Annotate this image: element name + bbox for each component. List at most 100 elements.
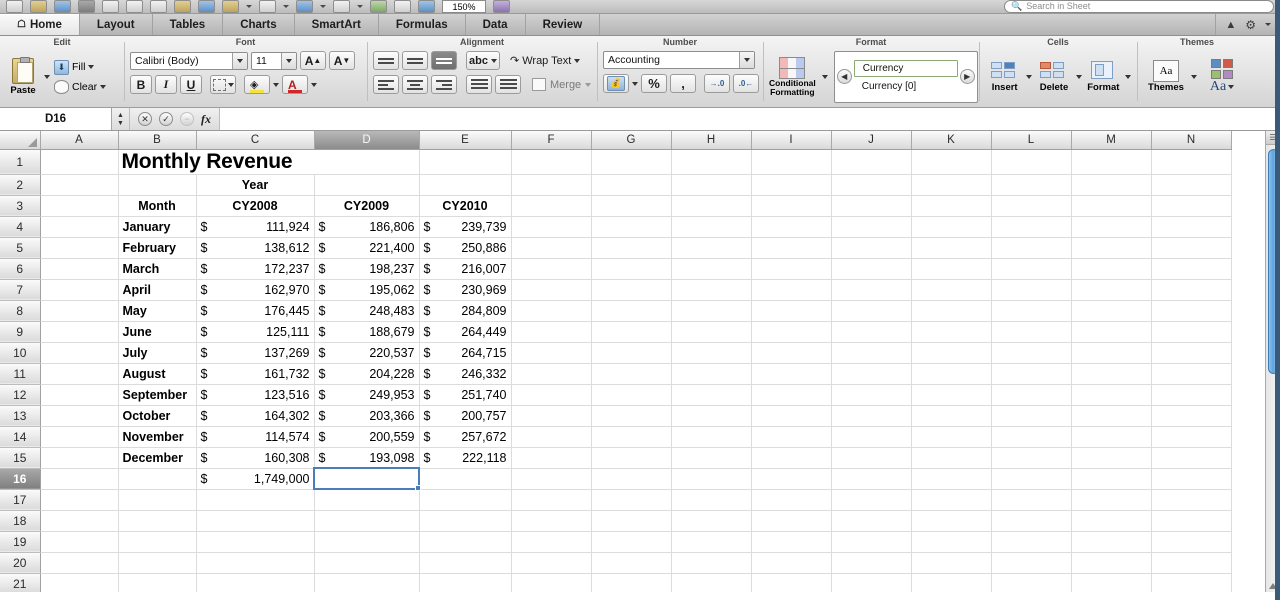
cell-C15[interactable]: $160,308	[196, 447, 315, 469]
fill-handle[interactable]	[415, 485, 421, 491]
format-cells-button[interactable]: Format	[1084, 60, 1123, 93]
cell-C6[interactable]: $172,237	[196, 258, 315, 280]
paste-icon[interactable]	[174, 0, 191, 13]
cell-E17[interactable]	[419, 489, 512, 511]
cell-L8[interactable]	[991, 300, 1072, 322]
row-header-1[interactable]: 1	[0, 149, 41, 175]
cell-N2[interactable]	[1151, 174, 1232, 196]
cell-A10[interactable]	[40, 342, 119, 364]
cell-I17[interactable]	[751, 489, 832, 511]
cell-B1[interactable]: Monthly Revenue	[118, 149, 420, 175]
cell-J12[interactable]	[831, 384, 912, 406]
align-middle-button[interactable]	[402, 51, 428, 70]
conditional-formatting-caret-icon[interactable]	[821, 74, 828, 79]
cell-N19[interactable]	[1151, 531, 1232, 553]
cell-B16[interactable]	[118, 468, 197, 490]
style-currency[interactable]: Currency	[853, 59, 958, 77]
cell-G11[interactable]	[591, 363, 672, 385]
cell-H7[interactable]	[671, 279, 752, 301]
column-header-E[interactable]: E	[419, 131, 512, 150]
redo-icon[interactable]	[259, 0, 276, 13]
cell-B17[interactable]	[118, 489, 197, 511]
bold-button[interactable]: B	[130, 75, 152, 94]
tab-tables[interactable]: Tables	[152, 14, 224, 35]
insert-cells-button[interactable]: Insert	[985, 60, 1024, 93]
align-left-button[interactable]	[373, 75, 399, 94]
cell-C2[interactable]: Year	[196, 174, 315, 196]
cell-D5[interactable]: $221,400	[314, 237, 420, 259]
cell-L18[interactable]	[991, 510, 1072, 532]
cell-I10[interactable]	[751, 342, 832, 364]
font-name-input[interactable]: Calibri (Body)	[130, 51, 248, 70]
cell-M2[interactable]	[1071, 174, 1152, 196]
cell-D17[interactable]	[314, 489, 420, 511]
row-header-10[interactable]: 10	[0, 342, 41, 364]
cell-D10[interactable]: $220,537	[314, 342, 420, 364]
cell-L12[interactable]	[991, 384, 1072, 406]
cell-D16[interactable]	[314, 468, 420, 490]
cell-D20[interactable]	[314, 552, 420, 574]
cell-A13[interactable]	[40, 405, 119, 427]
cell-L19[interactable]	[991, 531, 1072, 553]
tab-review[interactable]: Review	[525, 14, 601, 35]
conditional-formatting-button[interactable]: Conditional Formatting	[769, 56, 816, 97]
cell-A8[interactable]	[40, 300, 119, 322]
cell-L7[interactable]	[991, 279, 1072, 301]
cell-D8[interactable]: $248,483	[314, 300, 420, 322]
help-icon[interactable]	[493, 0, 510, 13]
cell-L4[interactable]	[991, 216, 1072, 238]
cell-C5[interactable]: $138,612	[196, 237, 315, 259]
cell-L11[interactable]	[991, 363, 1072, 385]
confirm-icon[interactable]: ✓	[159, 112, 173, 126]
cell-N1[interactable]	[1151, 149, 1232, 175]
row-header-9[interactable]: 9	[0, 321, 41, 343]
cell-H19[interactable]	[671, 531, 752, 553]
cell-F13[interactable]	[511, 405, 592, 427]
function-icon[interactable]: −	[180, 112, 194, 126]
row-header-2[interactable]: 2	[0, 174, 41, 196]
tab-formulas[interactable]: Formulas	[378, 14, 466, 35]
cell-I12[interactable]	[751, 384, 832, 406]
cell-D7[interactable]: $195,062	[314, 279, 420, 301]
orientation-button[interactable]: abc	[466, 51, 500, 70]
column-header-N[interactable]: N	[1151, 131, 1232, 150]
cell-G18[interactable]	[591, 510, 672, 532]
cell-H3[interactable]	[671, 195, 752, 217]
shrink-font-button[interactable]: A ▼	[329, 51, 355, 70]
cell-E18[interactable]	[419, 510, 512, 532]
cell-J16[interactable]	[831, 468, 912, 490]
cell-B20[interactable]	[118, 552, 197, 574]
cell-N13[interactable]	[1151, 405, 1232, 427]
cell-G1[interactable]	[591, 149, 672, 175]
cell-H18[interactable]	[671, 510, 752, 532]
cell-G8[interactable]	[591, 300, 672, 322]
cell-K15[interactable]	[911, 447, 992, 469]
cell-N16[interactable]	[1151, 468, 1232, 490]
cell-M16[interactable]	[1071, 468, 1152, 490]
cell-E14[interactable]: $257,672	[419, 426, 512, 448]
cell-D3[interactable]: CY2009	[314, 195, 420, 217]
column-header-D[interactable]: D	[314, 131, 420, 150]
number-format-dropdown-icon[interactable]	[739, 52, 754, 68]
cell-N17[interactable]	[1151, 489, 1232, 511]
cell-G10[interactable]	[591, 342, 672, 364]
redo-caret-icon[interactable]	[283, 5, 289, 8]
cell-D18[interactable]	[314, 510, 420, 532]
format-painter-icon[interactable]	[198, 0, 215, 13]
cell-H9[interactable]	[671, 321, 752, 343]
cell-B14[interactable]: November	[118, 426, 197, 448]
cell-J5[interactable]	[831, 237, 912, 259]
cell-I20[interactable]	[751, 552, 832, 574]
select-all-corner[interactable]	[0, 131, 41, 150]
format-caret-icon[interactable]	[1124, 74, 1131, 79]
increase-indent-button[interactable]	[495, 75, 521, 94]
decrease-indent-button[interactable]	[466, 75, 492, 94]
cell-M1[interactable]	[1071, 149, 1152, 175]
cell-K2[interactable]	[911, 174, 992, 196]
cell-F8[interactable]	[511, 300, 592, 322]
row-header-16[interactable]: 16	[0, 468, 41, 490]
cell-G17[interactable]	[591, 489, 672, 511]
cell-E7[interactable]: $230,969	[419, 279, 512, 301]
cell-F2[interactable]	[511, 174, 592, 196]
cell-M12[interactable]	[1071, 384, 1152, 406]
